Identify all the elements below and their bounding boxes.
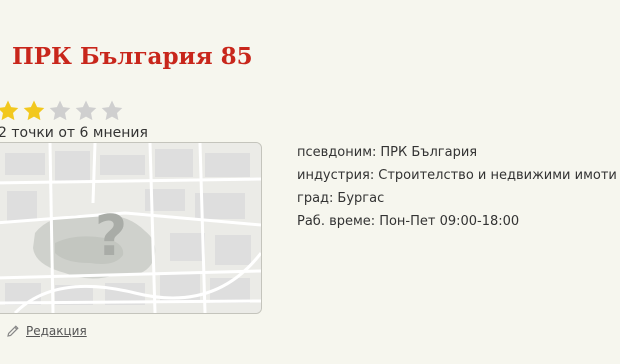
- detail-city: град: Бургас: [297, 189, 617, 212]
- detail-value: Бургас: [337, 191, 385, 206]
- star-icon[interactable]: [22, 99, 46, 123]
- star-icon[interactable]: [48, 99, 72, 123]
- edit-link[interactable]: Редакция: [6, 324, 87, 338]
- detail-label: псевдоним:: [297, 145, 377, 160]
- detail-hours: Раб. време: Пон-Пет 09:00-18:00: [297, 212, 617, 235]
- pencil-icon: [7, 325, 19, 337]
- edit-label[interactable]: Редакция: [26, 324, 87, 338]
- detail-label: град:: [297, 191, 334, 206]
- detail-label: Раб. време:: [297, 214, 376, 229]
- detail-alias: псевдоним: ПРК България: [297, 143, 617, 166]
- detail-value: ПРК България: [380, 145, 478, 160]
- rating-summary: 2 точки от 6 мнения: [0, 125, 148, 141]
- question-mark-icon: ?: [95, 204, 127, 269]
- star-icon[interactable]: [100, 99, 124, 123]
- detail-value: Строителство и недвижими имоти: [378, 168, 617, 183]
- map-placeholder[interactable]: ?: [0, 142, 262, 314]
- page-title: ПРК България 85: [12, 43, 253, 71]
- detail-industry: индустрия: Строителство и недвижими имоти: [297, 166, 617, 189]
- map-graphic: ?: [0, 143, 261, 313]
- detail-value: Пон-Пет 09:00-18:00: [379, 214, 520, 229]
- details-list: псевдоним: ПРК България индустрия: Строите…: [297, 143, 617, 235]
- star-icon[interactable]: [0, 99, 20, 123]
- rating-stars[interactable]: [0, 99, 124, 123]
- detail-label: индустрия:: [297, 168, 375, 183]
- star-icon[interactable]: [74, 99, 98, 123]
